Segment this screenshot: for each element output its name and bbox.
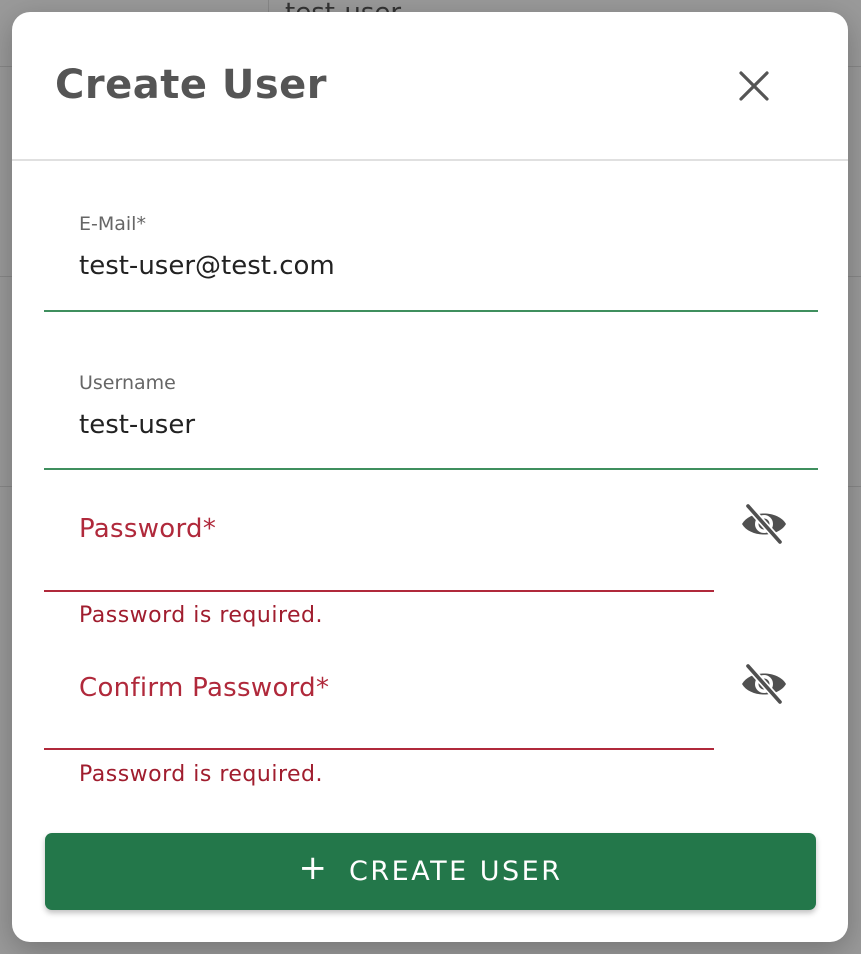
username-underline [44, 468, 818, 470]
create-user-button-label: CREATE USER [349, 856, 563, 887]
close-button[interactable] [730, 62, 778, 110]
close-icon [739, 71, 769, 101]
eye-off-icon [742, 664, 786, 704]
password-field[interactable]: Password* Password is required. [44, 492, 818, 642]
dialog-title: Create User [55, 62, 328, 108]
confirm-password-visibility-toggle[interactable] [737, 657, 791, 711]
create-user-button[interactable]: + CREATE USER [45, 833, 816, 910]
password-label: Password* [79, 514, 217, 544]
email-underline [44, 310, 818, 312]
plus-icon: + [298, 847, 328, 888]
password-error-message: Password is required. [79, 603, 323, 628]
username-input-value[interactable]: test-user [79, 410, 195, 440]
password-visibility-toggle[interactable] [737, 497, 791, 551]
confirm-password-field[interactable]: Confirm Password* Password is required. [44, 651, 818, 801]
confirm-password-label: Confirm Password* [79, 673, 330, 703]
email-field[interactable]: E-Mail* test-user@test.com [44, 202, 818, 314]
dialog-header: Create User [12, 12, 848, 161]
confirm-password-error-message: Password is required. [79, 762, 323, 787]
eye-off-icon [742, 504, 786, 544]
email-label: E-Mail* [79, 213, 146, 235]
username-label: Username [79, 372, 176, 394]
username-field[interactable]: Username test-user [44, 361, 818, 473]
confirm-password-underline [44, 748, 714, 750]
email-input-value[interactable]: test-user@test.com [79, 251, 335, 281]
password-underline [44, 590, 714, 592]
create-user-dialog: Create User E-Mail* test-user@test.com U… [12, 12, 848, 942]
